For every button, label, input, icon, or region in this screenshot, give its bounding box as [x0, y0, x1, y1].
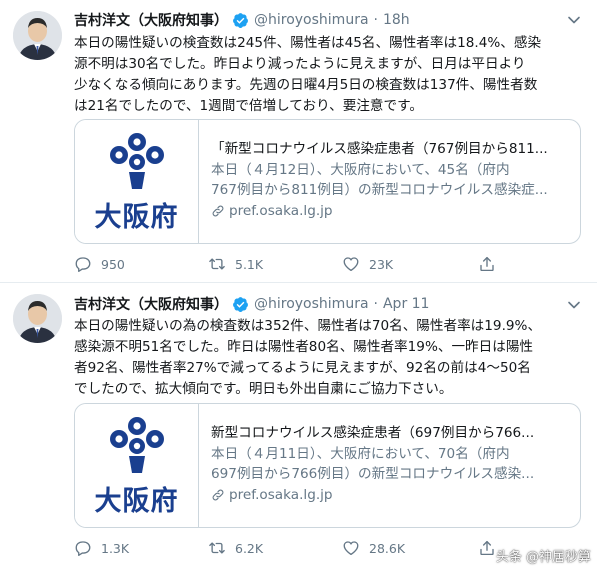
card-description-line: 697例目から766例目）の新型コロナウイルス感染...	[211, 466, 535, 482]
tweet-actions: 1.3K 6.2K 28.6K	[74, 538, 514, 558]
card-link: pref.osaka.lg.jp	[211, 200, 568, 222]
card-description-line: 本日（４月12日）、大阪府において、45名（府内	[211, 162, 510, 178]
tweet-header: 吉村洋文（大阪府知事） @hiroyoshimura · Apr 11	[74, 294, 429, 314]
card-image-text: 大阪府	[94, 202, 179, 233]
tweet-text: 本日の陽性疑いの検査数は245件、陽性者は45名、陽性者率は18.4%、感染 源…	[74, 33, 574, 117]
link-card[interactable]: 大阪府 「新型コロナウイルス感染症患者（767例目から811... 本日（４月1…	[74, 119, 581, 244]
link-icon	[212, 489, 224, 501]
reply-icon	[75, 541, 91, 556]
retweet-count: 6.2K	[235, 540, 264, 556]
tweet-text-line: 少なくなる傾向にあります。先週の日曜4月5日の検査数は137件、陽性者数	[74, 77, 538, 93]
author-handle[interactable]: @hiroyoshimura	[254, 12, 369, 28]
tweet[interactable]: 吉村洋文（大阪府知事） @hiroyoshimura · Apr 11 本日の陽…	[0, 284, 597, 571]
author-name[interactable]: 吉村洋文（大阪府知事）	[74, 10, 228, 30]
tweet-text-line: は21名でしたので、1週間で倍増しており、要注意です。	[74, 98, 423, 114]
tweet[interactable]: 吉村洋文（大阪府知事） @hiroyoshimura · 18h 本日の陽性疑い…	[0, 0, 597, 283]
card-thumbnail: 大阪府	[75, 120, 199, 243]
like-button[interactable]: 23K	[342, 255, 478, 273]
watermark: 头条 @神居秒算	[495, 550, 591, 565]
reply-count: 950	[101, 256, 125, 272]
reply-icon	[75, 257, 91, 272]
link-icon	[212, 205, 224, 217]
reply-button[interactable]: 950	[74, 255, 208, 273]
card-title: 新型コロナウイルス感染症患者（697例目から766...	[211, 425, 535, 441]
card-description-line: 本日（４月11日）、大阪府において、70名（府内	[211, 446, 510, 462]
tweet-header: 吉村洋文（大阪府知事） @hiroyoshimura · 18h	[74, 10, 410, 30]
retweet-button[interactable]: 5.1K	[208, 255, 342, 273]
tweet-text-line: でしたので、拡大傾向です。明日も外出自粛にご協力下さい。	[74, 381, 453, 397]
tweet-timestamp[interactable]: 18h	[383, 12, 410, 28]
like-button[interactable]: 28.6K	[342, 539, 478, 557]
tweet-timestamp[interactable]: Apr 11	[383, 296, 429, 312]
tweet-text-line: 本日の陽性疑いの為の検査数は352件、陽性者は70名、陽性者率は19.9%、	[74, 318, 542, 334]
tweet-text: 本日の陽性疑いの為の検査数は352件、陽性者は70名、陽性者率は19.9%、 感…	[74, 316, 574, 400]
card-link: pref.osaka.lg.jp	[211, 484, 568, 506]
link-card[interactable]: 大阪府 新型コロナウイルス感染症患者（697例目から766... 本日（４月11…	[74, 403, 581, 528]
card-body: 「新型コロナウイルス感染症患者（767例目から811... 本日（４月12日）、…	[199, 120, 580, 243]
avatar[interactable]	[13, 11, 62, 60]
avatar[interactable]	[13, 294, 62, 343]
reply-count: 1.3K	[101, 540, 130, 556]
tweet-text-line: 源不明は30名でした。昨日より減ったように見えますが、日月は平日より	[74, 56, 526, 72]
card-description: 本日（４月11日）、大阪府において、70名（府内 697例目から766例目）の新…	[211, 444, 568, 484]
retweet-icon	[209, 258, 225, 270]
tweet-actions: 950 5.1K 23K	[74, 254, 514, 274]
tweet-text-line: 者92名、陽性者率27%で減ってるように見えますが、92名の前は4〜50名	[74, 360, 531, 376]
heart-icon	[343, 257, 359, 272]
osaka-emblem-icon	[109, 133, 164, 189]
tweet-text-line: 感染源不明51名でした。昨日は陽性者80名、陽性者率19%、一昨日は陽性	[74, 339, 534, 355]
share-icon	[480, 256, 494, 272]
card-title: 「新型コロナウイルス感染症患者（767例目から811...	[211, 141, 548, 157]
card-image-text: 大阪府	[94, 486, 179, 517]
verified-badge-icon	[232, 296, 249, 313]
author-handle[interactable]: @hiroyoshimura	[254, 296, 369, 312]
card-description-line: 767例目から811例目）の新型コロナウイルス感染症...	[211, 182, 548, 198]
like-count: 28.6K	[369, 540, 406, 556]
retweet-button[interactable]: 6.2K	[208, 539, 342, 557]
retweet-count: 5.1K	[235, 256, 264, 272]
card-link-domain: pref.osaka.lg.jp	[229, 203, 333, 219]
osaka-emblem-icon	[109, 417, 164, 473]
chevron-down-icon[interactable]	[567, 13, 581, 27]
retweet-icon	[209, 542, 225, 554]
tweet-text-line: 本日の陽性疑いの検査数は245件、陽性者は45名、陽性者率は18.4%、感染	[74, 35, 542, 51]
share-icon	[480, 540, 494, 556]
share-button[interactable]	[478, 255, 508, 273]
separator-dot: ·	[373, 296, 378, 312]
verified-badge-icon	[232, 12, 249, 29]
heart-icon	[343, 541, 359, 556]
card-link-domain: pref.osaka.lg.jp	[229, 487, 333, 503]
separator-dot: ·	[373, 12, 378, 28]
card-body: 新型コロナウイルス感染症患者（697例目から766... 本日（４月11日）、大…	[199, 404, 580, 527]
reply-button[interactable]: 1.3K	[74, 539, 208, 557]
author-name[interactable]: 吉村洋文（大阪府知事）	[74, 294, 228, 314]
chevron-down-icon[interactable]	[567, 298, 581, 312]
like-count: 23K	[369, 256, 394, 272]
card-description: 本日（４月12日）、大阪府において、45名（府内 767例目から811例目）の新…	[211, 160, 568, 200]
card-thumbnail: 大阪府	[75, 404, 199, 527]
